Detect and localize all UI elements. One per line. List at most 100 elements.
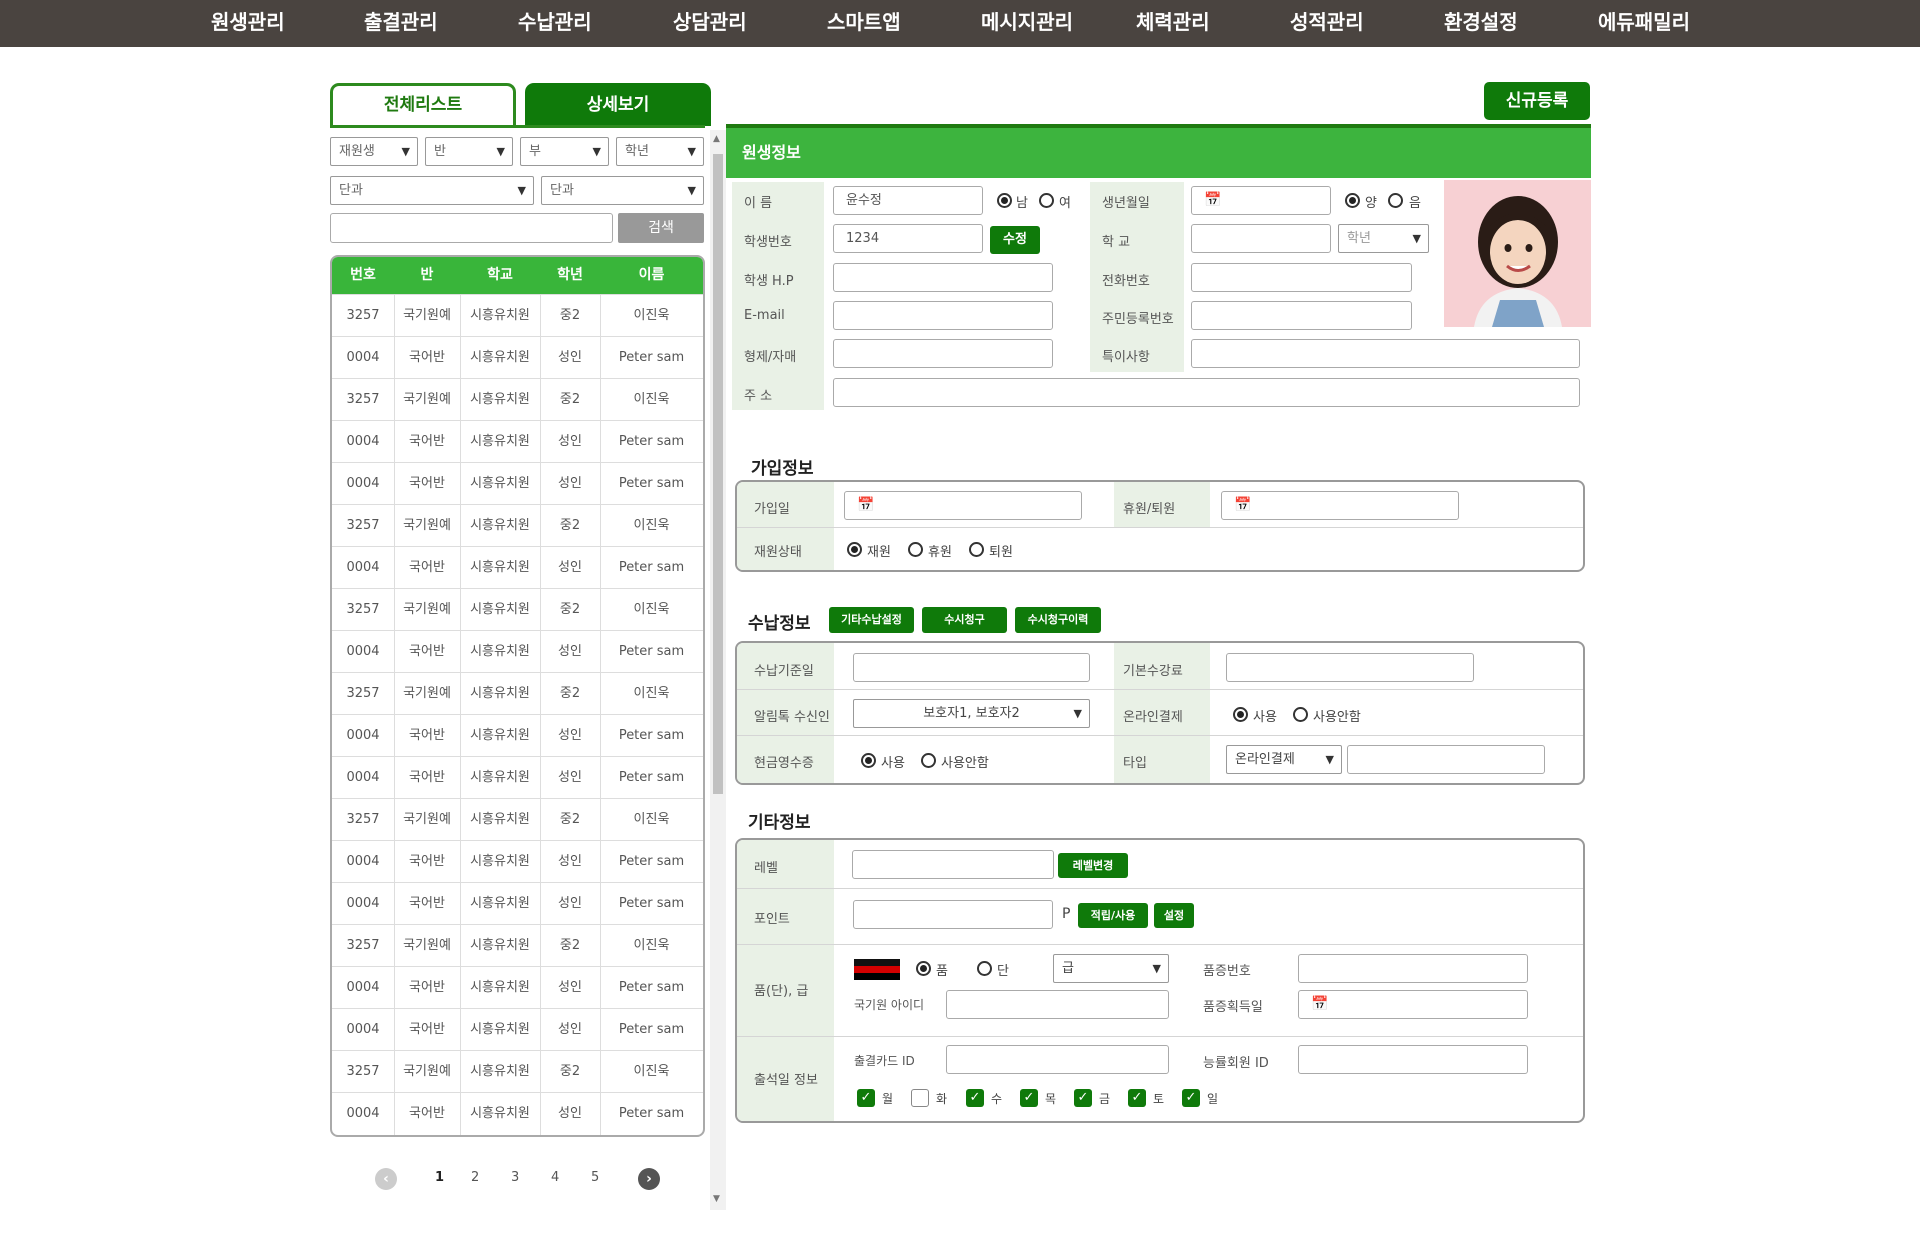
edit-id-button[interactable]: 수정 [990, 226, 1040, 254]
table-row[interactable]: 0004 국어반 시흥유치원 성인 Peter sam [332, 714, 703, 756]
school-field[interactable] [1191, 224, 1331, 253]
table-row[interactable]: 0004 국어반 시흥유치원 성인 Peter sam [332, 462, 703, 504]
level-change-button[interactable]: 레벨변경 [1058, 853, 1128, 878]
table-row[interactable]: 0004 국어반 시흥유치원 성인 Peter sam [332, 756, 703, 798]
nav-message[interactable]: 메시지관리 [981, 0, 1073, 47]
status-paused-radio[interactable] [908, 542, 923, 557]
table-row[interactable]: 3257 국기원예 시흥유치원 중2 이진욱 [332, 798, 703, 840]
point-earn-use-button[interactable]: 적립/사용 [1078, 903, 1148, 928]
rank-grade-select[interactable]: 급 ▼ [1053, 954, 1169, 983]
name-field[interactable]: 윤수정 [833, 186, 983, 215]
calendar-icon[interactable]: 📅 [1234, 492, 1251, 519]
siblings-field[interactable] [833, 339, 1053, 368]
nav-edufamily[interactable]: 에듀패밀리 [1598, 0, 1690, 47]
solar-radio[interactable] [1345, 193, 1360, 208]
table-row[interactable]: 0004 국어반 시흥유치원 성인 Peter sam [332, 966, 703, 1008]
other-payment-settings-button[interactable]: 기타수납설정 [829, 607, 914, 633]
day-sun-checkbox[interactable]: ✓ [1182, 1089, 1200, 1107]
day-wed-checkbox[interactable]: ✓ [966, 1089, 984, 1107]
cash-use-radio[interactable] [861, 753, 876, 768]
calendar-icon[interactable]: 📅 [1311, 991, 1328, 1018]
cert-date-field[interactable]: 📅 [1298, 990, 1528, 1019]
next-page-icon[interactable]: › [638, 1168, 660, 1190]
nav-settings[interactable]: 환경설정 [1444, 0, 1518, 47]
base-fee-field[interactable] [1226, 653, 1474, 682]
nav-student-mgmt[interactable]: 원생관리 [211, 0, 285, 47]
page-5[interactable]: 5 [591, 1170, 599, 1185]
table-row[interactable]: 0004 국어반 시흥유치원 성인 Peter sam [332, 1092, 703, 1134]
cash-not-use-radio[interactable] [921, 753, 936, 768]
tab-full-list[interactable]: 전체리스트 [330, 83, 516, 126]
table-row[interactable]: 3257 국기원예 시흥유치원 중2 이진욱 [332, 1050, 703, 1092]
calendar-icon[interactable]: 📅 [1204, 187, 1221, 214]
student-id-field[interactable]: 1234 [833, 224, 983, 253]
nav-fitness[interactable]: 체력관리 [1136, 0, 1210, 47]
prev-page-icon[interactable]: ‹ [375, 1168, 397, 1190]
day-fri-checkbox[interactable]: ✓ [1074, 1089, 1092, 1107]
page-2[interactable]: 2 [471, 1170, 479, 1185]
table-row[interactable]: 0004 국어반 시흥유치원 성인 Peter sam [332, 420, 703, 462]
cert-no-field[interactable] [1298, 954, 1528, 983]
status-select[interactable]: 재원생 ▼ [330, 137, 418, 166]
table-row[interactable]: 3257 국기원예 시흥유치원 중2 이진욱 [332, 294, 703, 336]
search-button[interactable]: 검색 [618, 213, 704, 243]
member-id-field[interactable] [1298, 1045, 1528, 1074]
adhoc-billing-button[interactable]: 수시청구 [922, 607, 1007, 633]
page-1[interactable]: 1 [435, 1170, 444, 1185]
dan-radio[interactable] [977, 961, 992, 976]
address-field[interactable] [833, 378, 1580, 407]
gender-female-radio[interactable] [1039, 193, 1054, 208]
notes-field[interactable] [1191, 339, 1580, 368]
day-tue-checkbox[interactable]: ✓ [911, 1089, 929, 1107]
table-row[interactable]: 0004 국어반 시흥유치원 성인 Peter sam [332, 630, 703, 672]
table-row[interactable]: 0004 국어반 시흥유치원 성인 Peter sam [332, 336, 703, 378]
point-setting-button[interactable]: 설정 [1154, 903, 1194, 928]
day-sat-checkbox[interactable]: ✓ [1128, 1089, 1146, 1107]
page-3[interactable]: 3 [511, 1170, 519, 1185]
table-row[interactable]: 0004 국어반 시흥유치원 성인 Peter sam [332, 840, 703, 882]
nav-attendance[interactable]: 출결관리 [364, 0, 438, 47]
table-row[interactable]: 0004 국어반 시흥유치원 성인 Peter sam [332, 1008, 703, 1050]
scroll-up-arrow-icon[interactable]: ▲ [713, 134, 720, 144]
email-field[interactable] [833, 301, 1053, 330]
card-id-field[interactable] [946, 1045, 1169, 1074]
nav-payment[interactable]: 수납관리 [518, 0, 592, 47]
sub-select[interactable]: 부 ▼ [520, 137, 609, 166]
nav-smart-app[interactable]: 스마트앱 [827, 0, 901, 47]
day-mon-checkbox[interactable]: ✓ [857, 1089, 875, 1107]
new-register-button[interactable]: 신규등록 [1484, 82, 1590, 120]
scroll-down-arrow-icon[interactable]: ▼ [713, 1194, 720, 1204]
table-row[interactable]: 3257 국기원예 시흥유치원 중2 이진욱 [332, 504, 703, 546]
table-row[interactable]: 3257 국기원예 시흥유치원 중2 이진욱 [332, 924, 703, 966]
phone-field[interactable] [833, 263, 1053, 292]
type-extra-field[interactable] [1347, 745, 1545, 774]
gender-male-radio[interactable] [997, 193, 1012, 208]
table-row[interactable]: 3257 국기원예 시흥유치원 중2 이진욱 [332, 588, 703, 630]
online-use-radio[interactable] [1233, 707, 1248, 722]
adhoc-billing-history-button[interactable]: 수시청구이력 [1015, 607, 1101, 633]
grade-select[interactable]: 학년 ▼ [616, 137, 704, 166]
day-thu-checkbox[interactable]: ✓ [1020, 1089, 1038, 1107]
kukkiwon-id-field[interactable] [946, 990, 1169, 1019]
lunar-radio[interactable] [1388, 193, 1403, 208]
tab-detail-view[interactable]: 상세보기 [525, 83, 711, 126]
scrollbar-thumb[interactable] [713, 154, 723, 794]
base-date-field[interactable] [853, 653, 1090, 682]
course-select-2[interactable]: 단과 ▼ [541, 176, 704, 205]
calendar-icon[interactable]: 📅 [857, 492, 874, 519]
rrn-field[interactable] [1191, 301, 1412, 330]
leave-date-field[interactable]: 📅 [1221, 491, 1459, 520]
poom-radio[interactable] [916, 961, 931, 976]
tel-field[interactable] [1191, 263, 1412, 292]
nav-grades[interactable]: 성적관리 [1290, 0, 1364, 47]
online-not-use-radio[interactable] [1293, 707, 1308, 722]
nav-counsel[interactable]: 상담관리 [673, 0, 747, 47]
level-field[interactable] [852, 850, 1054, 879]
table-row[interactable]: 3257 국기원예 시흥유치원 중2 이진욱 [332, 672, 703, 714]
join-date-field[interactable]: 📅 [844, 491, 1082, 520]
course-select-1[interactable]: 단과 ▼ [330, 176, 534, 205]
birth-date-field[interactable]: 📅 [1191, 186, 1331, 215]
notify-recipient-select[interactable]: 보호자1, 보호자2 ▼ [853, 699, 1090, 728]
vertical-scrollbar[interactable]: ▲ ▼ [710, 130, 726, 1210]
class-select[interactable]: 반 ▼ [425, 137, 513, 166]
